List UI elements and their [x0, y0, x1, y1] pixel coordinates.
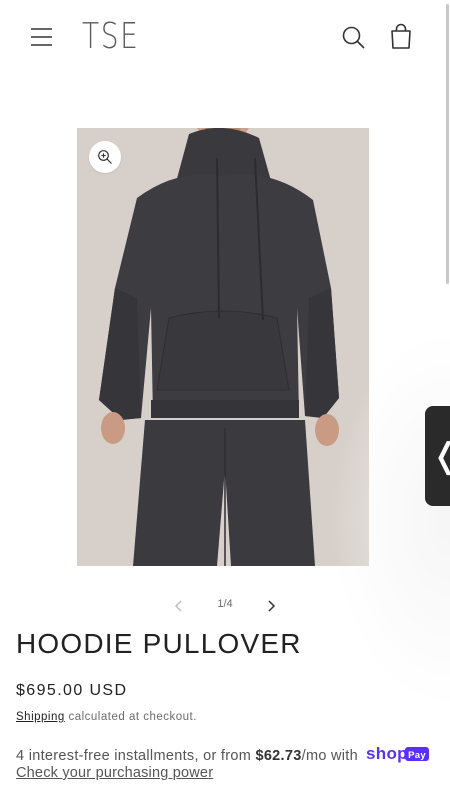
shipping-note: Shipping calculated at checkout. [16, 711, 197, 723]
product-image[interactable] [77, 128, 369, 566]
brand-logo[interactable]: TSE [82, 16, 139, 57]
shop-pay-brand-shop: shop [366, 745, 408, 763]
shipping-note-text: calculated at checkout. [64, 711, 197, 723]
installment-amount: $62.73 [255, 748, 302, 764]
shipping-link[interactable]: Shipping [16, 711, 65, 723]
shop-pay-installments: 4 interest-free installments, or from $6… [16, 744, 430, 767]
side-drawer-chevron-icon: ❬ [431, 436, 450, 476]
search-icon[interactable] [340, 24, 368, 52]
shop-pay-logo: shop Pay [366, 744, 430, 767]
product-title: HOODIE PULLOVER [16, 628, 302, 659]
chevron-left-icon[interactable] [171, 597, 187, 615]
product-price: $695.00 USD [16, 682, 128, 699]
cart-bag-icon[interactable] [386, 22, 416, 52]
zoom-in-icon[interactable] [89, 141, 121, 173]
side-drawer-tab[interactable]: ❬ [425, 406, 450, 506]
chevron-right-icon[interactable] [263, 597, 279, 615]
hamburger-menu-icon[interactable] [28, 24, 56, 50]
check-purchasing-power-link[interactable]: Check your purchasing power [16, 765, 213, 781]
scrollbar-thumb[interactable] [446, 4, 449, 284]
shop-pay-brand-pay: Pay [408, 750, 426, 761]
installments-suffix: /mo with [301, 748, 363, 764]
installments-prefix: 4 interest-free installments, or from [16, 748, 256, 764]
slide-counter: 1/4 [217, 598, 233, 610]
page-scrollbar[interactable] [444, 0, 450, 800]
site-header: TSE [0, 0, 450, 76]
